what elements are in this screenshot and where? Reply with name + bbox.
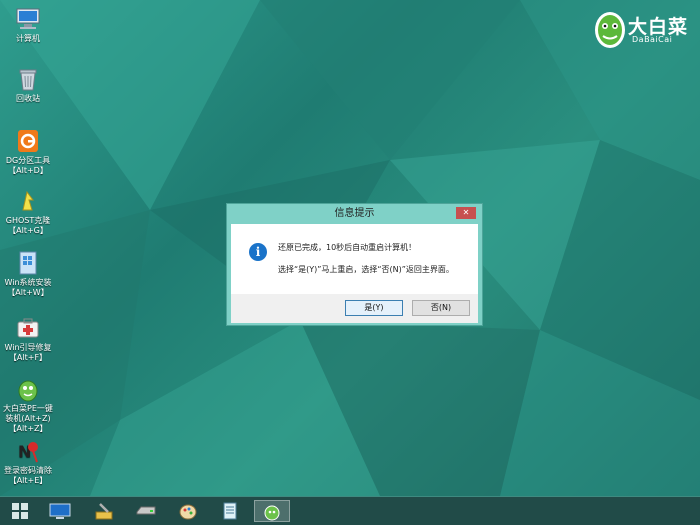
desktop-icon-shortcut: 【Alt+F】 bbox=[8, 353, 48, 362]
taskbar-item-paint[interactable] bbox=[170, 500, 206, 522]
password-clear-icon: N bbox=[18, 442, 38, 463]
desktop-icon-shortcut: 【Alt+Z】 bbox=[8, 424, 48, 433]
taskbar-item-notepad[interactable] bbox=[212, 500, 248, 522]
desktop-icon-label: Win引导修复 bbox=[4, 343, 52, 352]
start-button[interactable] bbox=[2, 500, 38, 522]
dialog-message-line-1: 还原已完成，10秒后自动重启计算机！ bbox=[278, 243, 417, 252]
desktop-icon-shortcut: 【Alt+W】 bbox=[7, 288, 49, 297]
dialog-title: 信息提示 bbox=[334, 208, 375, 219]
paint-icon bbox=[179, 504, 197, 520]
drive-icon bbox=[136, 506, 156, 515]
desktop-icon-win-install[interactable]: Win系统安装 【Alt+W】 bbox=[0, 250, 56, 298]
desktop-icon-label: GHOST克隆 bbox=[5, 216, 51, 225]
desktop-icon-label: 回收站 bbox=[16, 94, 40, 103]
desktop-icon-password-clear[interactable]: N 登录密码清除 【Alt+E】 bbox=[0, 438, 56, 486]
tools-icon bbox=[95, 503, 113, 520]
desktop-icon-label: DG分区工具 bbox=[5, 156, 51, 165]
boot-repair-icon bbox=[17, 318, 39, 338]
win-install-icon bbox=[19, 251, 37, 275]
desktop-icon-label: 计算机 bbox=[16, 34, 40, 43]
desktop-icon-diskgenius[interactable]: DG分区工具 【Alt+D】 bbox=[0, 128, 56, 176]
dabaicai-logo: 大白菜 DaBaiCai bbox=[592, 6, 690, 50]
close-icon: ✕ bbox=[462, 208, 470, 217]
computer-icon bbox=[16, 8, 40, 29]
taskbar-item-dabaicai[interactable] bbox=[254, 500, 290, 522]
taskbar-item-tools[interactable] bbox=[86, 500, 122, 522]
taskbar-item-screen[interactable] bbox=[42, 500, 78, 522]
desktop-icon-recycle-bin[interactable]: 回收站 bbox=[0, 66, 56, 104]
ghost-icon bbox=[22, 190, 34, 211]
dabaicai-install-icon bbox=[18, 380, 38, 402]
no-button[interactable]: 否(N) bbox=[412, 300, 470, 316]
notepad-icon bbox=[223, 502, 237, 520]
dabaicai-mascot-icon bbox=[595, 12, 625, 48]
desktop-icon-ghost[interactable]: GHOST克隆 【Alt+G】 bbox=[0, 188, 56, 236]
taskbar bbox=[0, 496, 700, 525]
close-button[interactable]: ✕ bbox=[456, 207, 476, 219]
desktop-icon-label: 大白菜PE一键 bbox=[3, 404, 53, 413]
desktop-icon-shortcut: 【Alt+D】 bbox=[8, 166, 48, 175]
desktop-icon-label: Win系统安装 bbox=[4, 278, 52, 287]
info-dialog: 信息提示 ✕ i 还原已完成，10秒后自动重启计算机！ 选择“是(Y)”马上重启… bbox=[226, 203, 483, 326]
desktop-icon-shortcut: 【Alt+E】 bbox=[8, 476, 48, 485]
taskbar-item-drive[interactable] bbox=[128, 500, 164, 522]
yes-button[interactable]: 是(Y) bbox=[345, 300, 403, 316]
desktop-icon-computer[interactable]: 计算机 bbox=[0, 6, 56, 44]
dialog-body: i 还原已完成，10秒后自动重启计算机！ 选择“是(Y)”马上重启，选择“否(N… bbox=[231, 224, 478, 294]
dialog-footer: 是(Y) 否(N) bbox=[231, 294, 478, 323]
desktop-icon-label-2: 装机(Alt+Z) bbox=[5, 414, 51, 423]
info-icon: i bbox=[249, 243, 267, 261]
dabaicai-icon bbox=[264, 505, 280, 521]
recycle-bin-icon bbox=[19, 69, 37, 91]
logo-sub-text: DaBaiCai bbox=[632, 35, 673, 44]
screen-icon bbox=[49, 503, 71, 519]
dialog-message-line-2: 选择“是(Y)”马上重启，选择“否(N)”返回主界面。 bbox=[278, 265, 454, 274]
desktop-icon-shortcut: 【Alt+G】 bbox=[8, 226, 48, 235]
diskgenius-icon bbox=[18, 130, 38, 152]
desktop-icon-boot-repair[interactable]: Win引导修复 【Alt+F】 bbox=[0, 315, 56, 363]
desktop-icon-dabaicai-install[interactable]: 大白菜PE一键 装机(Alt+Z) 【Alt+Z】 bbox=[0, 376, 56, 434]
desktop: 计算机 回收站 DG分区工具 【Alt+D】 GHOST克隆 【Alt+G】 W… bbox=[0, 0, 700, 496]
desktop-icon-label: 登录密码清除 bbox=[4, 466, 52, 475]
start-icon bbox=[12, 503, 28, 519]
